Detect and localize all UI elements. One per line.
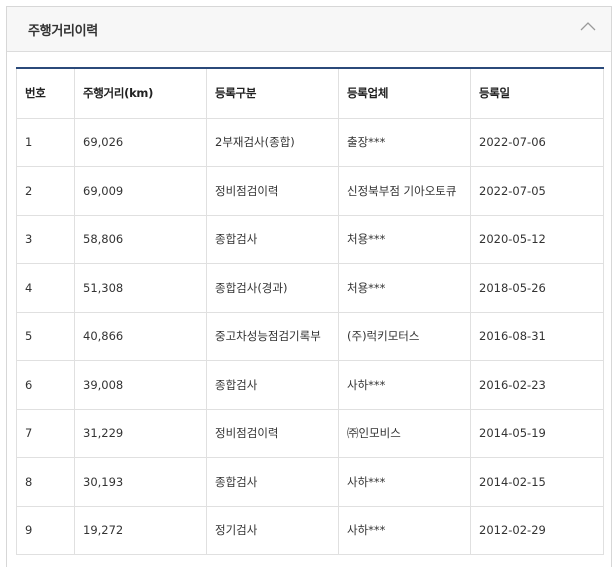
- column-header-number: 번호: [16, 67, 75, 119]
- cell-date: 2018-05-26: [470, 263, 604, 313]
- cell-mileage: 39,008: [74, 360, 207, 410]
- cell-mileage: 30,193: [74, 457, 207, 507]
- cell-date: 2012-02-29: [470, 505, 604, 555]
- cell-company: 출장***: [338, 117, 471, 167]
- cell-date: 2022-07-06: [470, 117, 604, 167]
- cell-mileage: 31,229: [74, 408, 207, 458]
- cell-number: 9: [16, 505, 75, 555]
- column-header-date: 등록일: [470, 67, 604, 119]
- cell-company: 사하***: [338, 505, 471, 555]
- cell-mileage: 51,308: [74, 263, 207, 313]
- table-row: 1 69,026 2부재검사(종합) 출장*** 2022-07-06: [16, 117, 604, 167]
- table-row: 8 30,193 종합검사 사하*** 2014-02-15: [16, 457, 604, 507]
- cell-mileage: 69,009: [74, 166, 207, 216]
- cell-type: 종합검사(경과): [206, 263, 339, 313]
- cell-type: 2부재검사(종합): [206, 117, 339, 167]
- cell-company: ㈜인모비스: [338, 408, 471, 458]
- cell-company: 처용***: [338, 263, 471, 313]
- cell-date: 2016-08-31: [470, 311, 604, 361]
- table-header-row: 번호 주행거리(km) 등록구분 등록업체 등록일: [16, 67, 604, 119]
- column-header-mileage: 주행거리(km): [74, 67, 207, 119]
- cell-type: 정비점검이력: [206, 408, 339, 458]
- table-row: 9 19,272 정기검사 사하*** 2012-02-29: [16, 505, 604, 555]
- cell-company: 사하***: [338, 360, 471, 410]
- table-row: 6 39,008 종합검사 사하*** 2016-02-23: [16, 360, 604, 410]
- mileage-table: 번호 주행거리(km) 등록구분 등록업체 등록일 1 69,026 2부재검사(종…: [16, 67, 604, 555]
- cell-mileage: 69,026: [74, 117, 207, 167]
- table-row: 4 51,308 종합검사(경과) 처용*** 2018-05-26: [16, 263, 604, 313]
- cell-type: 정기검사: [206, 505, 339, 555]
- cell-number: 1: [16, 117, 75, 167]
- panel-title: 주행거리이력: [28, 24, 98, 39]
- cell-number: 7: [16, 408, 75, 458]
- cell-type: 종합검사: [206, 457, 339, 507]
- cell-type: 정비점검이력: [206, 166, 339, 216]
- panel-header[interactable]: 주행거리이력: [7, 7, 611, 52]
- cell-company: (주)럭키모터스: [338, 311, 471, 361]
- table-row: 5 40,866 중고차성능점검기록부 (주)럭키모터스 2016-08-31: [16, 311, 604, 361]
- cell-type: 중고차성능점검기록부: [206, 311, 339, 361]
- cell-type: 종합검사: [206, 360, 339, 410]
- cell-number: 3: [16, 214, 75, 264]
- cell-number: 6: [16, 360, 75, 410]
- mileage-table-area: 번호 주행거리(km) 등록구분 등록업체 등록일 1 69,026 2부재검사(종…: [16, 67, 604, 555]
- table-body: 1 69,026 2부재검사(종합) 출장*** 2022-07-06 2 69,009 정비…: [16, 117, 604, 555]
- column-header-company: 등록업체: [338, 67, 471, 119]
- cell-date: 2022-07-05: [470, 166, 604, 216]
- table-row: 3 58,806 종합검사 처용*** 2020-05-12: [16, 214, 604, 264]
- cell-date: 2016-02-23: [470, 360, 604, 410]
- cell-mileage: 19,272: [74, 505, 207, 555]
- cell-mileage: 40,866: [74, 311, 207, 361]
- cell-number: 8: [16, 457, 75, 507]
- chevron-up-icon[interactable]: [575, 15, 601, 39]
- cell-number: 2: [16, 166, 75, 216]
- cell-date: 2020-05-12: [470, 214, 604, 264]
- cell-company: 처용***: [338, 214, 471, 264]
- cell-date: 2014-05-19: [470, 408, 604, 458]
- table-row: 7 31,229 정비점검이력 ㈜인모비스 2014-05-19: [16, 408, 604, 458]
- cell-mileage: 58,806: [74, 214, 207, 264]
- cell-type: 종합검사: [206, 214, 339, 264]
- mileage-history-panel: 주행거리이력 번호 주행거리(km) 등록구분 등록업체 등록일 1 69,026…: [6, 6, 612, 567]
- cell-number: 4: [16, 263, 75, 313]
- cell-company: 사하***: [338, 457, 471, 507]
- column-header-type: 등록구분: [206, 67, 339, 119]
- table-row: 2 69,009 정비점검이력 신정북부점 기아오토큐 2022-07-05: [16, 166, 604, 216]
- cell-company: 신정북부점 기아오토큐: [338, 166, 471, 216]
- cell-number: 5: [16, 311, 75, 361]
- cell-date: 2014-02-15: [470, 457, 604, 507]
